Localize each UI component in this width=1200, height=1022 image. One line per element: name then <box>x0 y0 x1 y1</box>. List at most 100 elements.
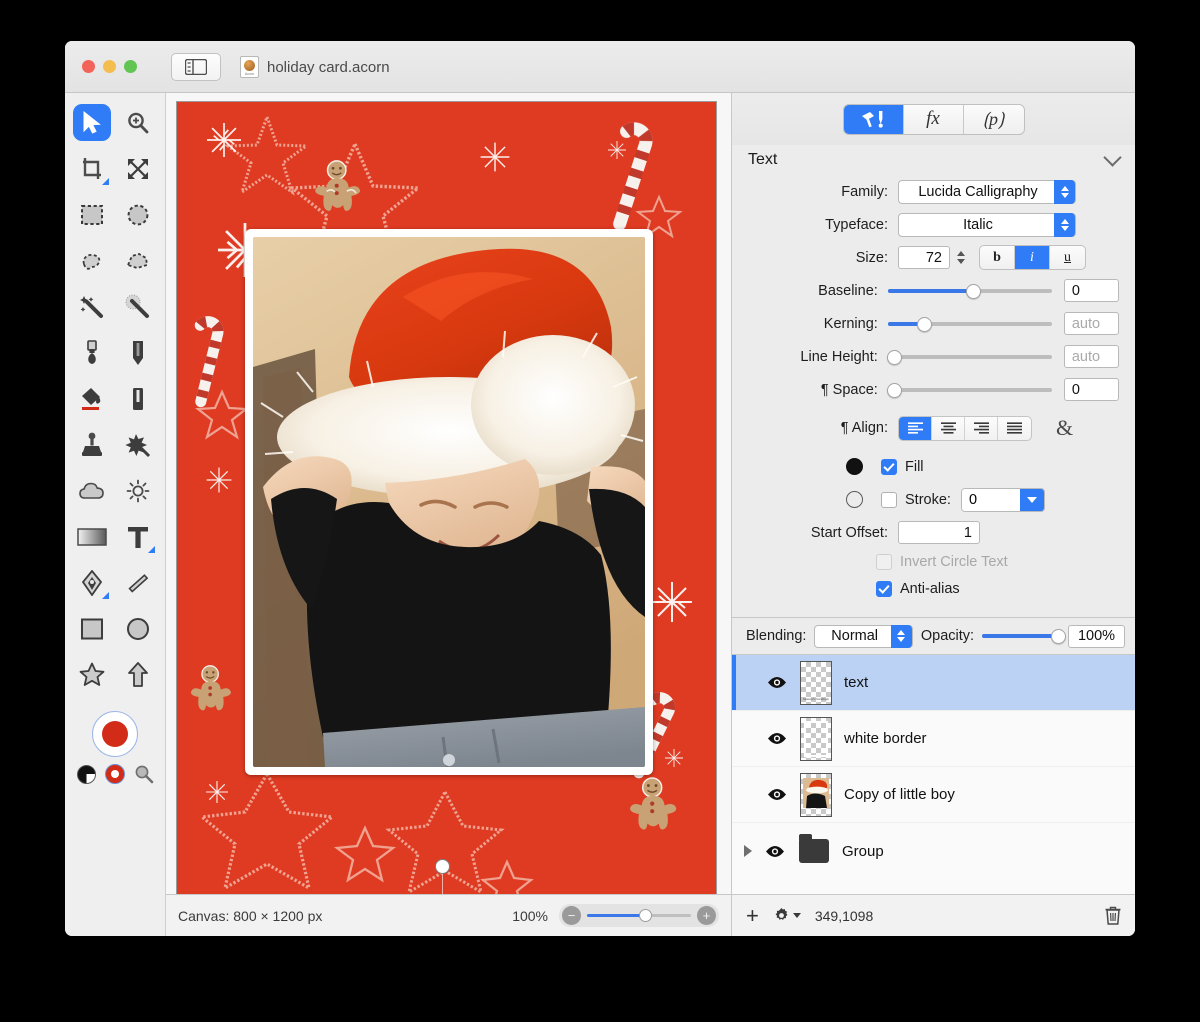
zoom-slider-knob[interactable] <box>639 909 652 922</box>
fill-checkbox[interactable] <box>881 458 897 475</box>
color-picker-magnifier-icon[interactable] <box>134 764 154 784</box>
section-title: Text <box>748 151 778 168</box>
layer-visibility-icon[interactable] <box>766 676 788 689</box>
text-section-header[interactable]: Text <box>732 145 1135 173</box>
transform-tool[interactable] <box>115 146 161 191</box>
text-tool[interactable] <box>115 514 161 559</box>
chevron-down-icon[interactable] <box>1103 148 1122 167</box>
layer-row-white-border[interactable]: white border <box>732 711 1135 767</box>
layer-visibility-icon[interactable] <box>764 845 786 858</box>
align-justify-button[interactable] <box>998 417 1031 440</box>
baseline-slider[interactable] <box>887 282 1052 300</box>
move-tool[interactable] <box>69 100 115 145</box>
little-boy-photo[interactable] <box>253 237 645 767</box>
italic-button[interactable]: i <box>1015 246 1050 269</box>
stroke-color-swatch[interactable] <box>846 491 863 508</box>
add-layer-button[interactable]: + <box>746 904 759 927</box>
layer-visibility-icon[interactable] <box>766 732 788 745</box>
baseline-value: 0 <box>1071 282 1080 299</box>
zoom-out-button[interactable]: − <box>562 906 581 925</box>
instant-alpha-tool[interactable] <box>115 284 161 329</box>
zoom-tool[interactable] <box>115 100 161 145</box>
traffic-lights <box>82 60 137 73</box>
eye-icon <box>768 789 786 800</box>
stroke-dropdown-arrow-icon[interactable] <box>1019 488 1044 511</box>
layer-visibility-icon[interactable] <box>766 788 788 801</box>
line-height-input[interactable]: auto <box>1063 345 1119 368</box>
eraser-tool[interactable] <box>115 376 161 421</box>
paragraph-space-input[interactable]: 0 <box>1063 378 1119 401</box>
align-right-button[interactable] <box>965 416 998 440</box>
tab-filters[interactable]: fx <box>904 104 964 134</box>
ellipse-shape-tool[interactable] <box>115 606 161 651</box>
font-family-popup[interactable]: Lucida Calligraphy <box>898 179 1076 204</box>
brush-tool[interactable] <box>69 330 115 375</box>
zoom-in-button[interactable]: + <box>697 906 716 925</box>
trash-icon[interactable] <box>1105 906 1121 925</box>
underline-button[interactable]: u <box>1050 246 1085 269</box>
layer-row-copy-of-little-boy[interactable]: Copy of little boy <box>732 767 1135 823</box>
magic-wand-tool[interactable] <box>69 284 115 329</box>
lasso-tool[interactable] <box>69 238 115 283</box>
fountain-pen-nib-icon <box>81 569 103 596</box>
align-left-button[interactable] <box>899 416 932 440</box>
blur-tool[interactable] <box>69 468 115 513</box>
letter-T-icon <box>128 526 148 548</box>
document-title[interactable]: Acorn holiday card.acorn <box>240 56 390 78</box>
document-canvas[interactable]: Season's Greetings <box>176 101 717 894</box>
line-height-slider[interactable] <box>886 348 1052 366</box>
opacity-slider[interactable] <box>982 627 1067 645</box>
disclosure-triangle-icon[interactable] <box>744 845 752 857</box>
gradient-tool[interactable] <box>69 514 115 559</box>
black-white-swatch-icon[interactable] <box>76 764 96 784</box>
reset-swatch-icon[interactable] <box>104 764 125 784</box>
kerning-slider[interactable] <box>887 315 1052 333</box>
smudge-tool[interactable] <box>115 422 161 467</box>
blending-mode-popup[interactable]: Normal <box>814 624 913 648</box>
paragraph-space-slider[interactable] <box>886 381 1052 399</box>
zoom-slider-track[interactable] <box>587 909 691 922</box>
close-button[interactable] <box>82 60 95 73</box>
rotation-handle[interactable] <box>435 859 450 874</box>
layer-settings-button[interactable] <box>773 907 801 924</box>
typeface-popup[interactable]: Italic <box>898 212 1076 237</box>
stroke-width-combo[interactable]: 0 <box>960 487 1045 512</box>
font-size-input[interactable]: 72 <box>898 246 950 269</box>
white-border-frame[interactable] <box>245 229 653 775</box>
elliptical-select-tool[interactable] <box>115 192 161 237</box>
polygon-select-tool[interactable] <box>115 238 161 283</box>
stroke-checkbox[interactable] <box>881 491 897 508</box>
star-shape-tool[interactable] <box>69 652 115 697</box>
bold-button[interactable]: b <box>980 246 1015 269</box>
kerning-input[interactable]: auto <box>1063 312 1119 335</box>
pencil-tool[interactable] <box>115 330 161 375</box>
line-tool[interactable] <box>115 560 161 605</box>
foreground-color-swatch[interactable] <box>92 711 138 757</box>
font-size-stepper[interactable] <box>957 251 965 264</box>
tab-palette[interactable]: ⟮p⟯ <box>964 105 1024 134</box>
zoom-button[interactable] <box>124 60 137 73</box>
tool-submenu-indicator <box>148 546 155 553</box>
rectangle-shape-tool[interactable] <box>69 606 115 651</box>
opacity-input[interactable]: 100% <box>1068 624 1125 648</box>
fill-color-swatch[interactable] <box>846 458 863 475</box>
dodge-tool[interactable] <box>115 468 161 513</box>
bezier-pen-tool[interactable] <box>69 560 115 605</box>
ampersand-icon[interactable]: & <box>1056 415 1073 441</box>
paint-bucket-tool[interactable] <box>69 376 115 421</box>
align-center-button[interactable] <box>932 416 965 440</box>
sidebar-toggle-button[interactable] <box>171 53 221 81</box>
canvas-scroll[interactable]: Season's Greetings <box>166 93 731 894</box>
crop-tool[interactable] <box>69 146 115 191</box>
clone-stamp-tool[interactable] <box>69 422 115 467</box>
anti-alias-checkbox[interactable] <box>876 581 892 597</box>
tab-tools[interactable] <box>843 104 904 134</box>
baseline-input[interactable]: 0 <box>1063 279 1119 302</box>
start-offset-input[interactable]: 1 <box>898 521 980 544</box>
layer-row-group[interactable]: Group <box>732 823 1135 879</box>
minimize-button[interactable] <box>103 60 116 73</box>
rectangular-select-tool[interactable] <box>69 192 115 237</box>
zoom-slider[interactable]: − + <box>559 904 719 927</box>
layer-row-text[interactable]: Season's Greetings text <box>732 655 1135 711</box>
arrow-shape-tool[interactable] <box>115 652 161 697</box>
